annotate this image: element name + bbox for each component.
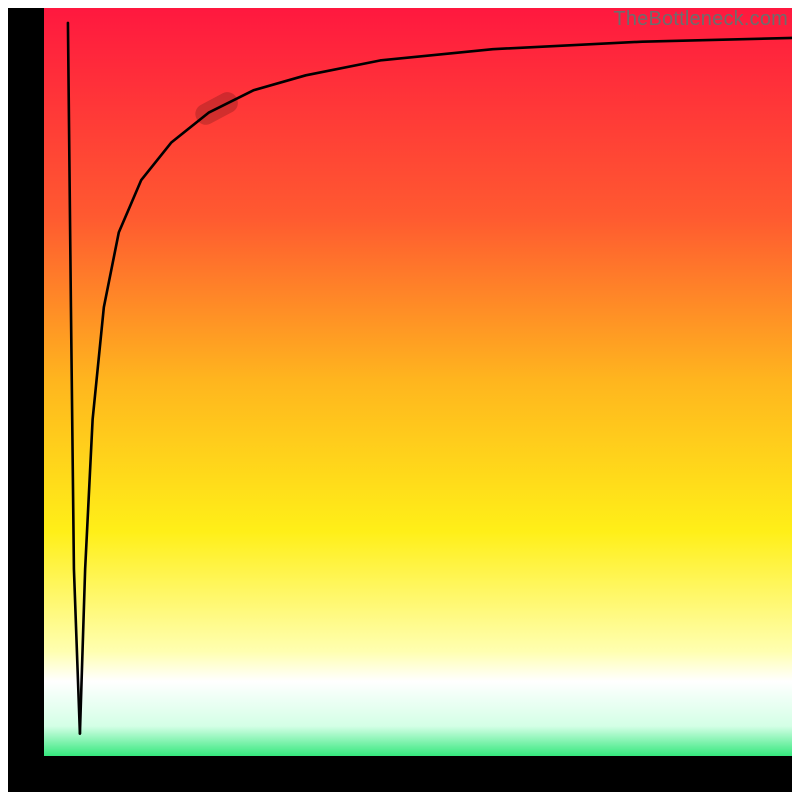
curve-layer (44, 8, 792, 756)
y-axis-border (8, 8, 44, 792)
watermark-text: TheBottleneck.com (613, 8, 788, 31)
x-axis-border (8, 756, 792, 792)
curve-rising (80, 38, 792, 734)
curve-down-stroke (68, 23, 80, 734)
plot-area (44, 8, 792, 756)
